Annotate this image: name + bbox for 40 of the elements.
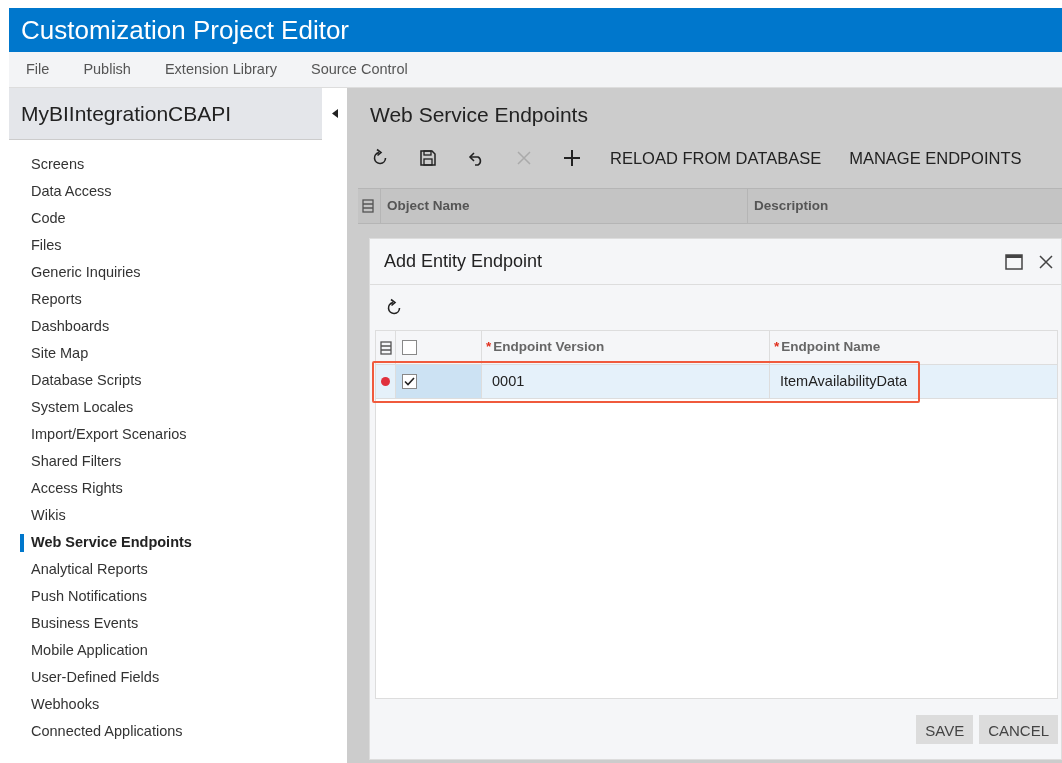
sidebar-item[interactable]: Mobile Application bbox=[9, 637, 347, 664]
save-button[interactable]: SAVE bbox=[916, 714, 974, 744]
column-header: *Endpoint Version bbox=[482, 331, 770, 364]
toolbar-button[interactable]: MANAGE ENDPOINTS bbox=[835, 140, 1036, 176]
window-title: Customization Project Editor bbox=[21, 13, 350, 47]
menu-item[interactable]: File bbox=[9, 58, 67, 81]
table-cell-text: ItemAvailabilityData bbox=[779, 371, 909, 391]
menu-item[interactable]: Source Control bbox=[293, 58, 425, 81]
sidebar-item[interactable]: Analytical Reports bbox=[9, 556, 347, 583]
sidebar-item[interactable]: Shared Filters bbox=[9, 448, 347, 475]
sidebar-item[interactable]: Push Notifications bbox=[9, 583, 347, 610]
column-header: Object Name bbox=[381, 188, 748, 224]
table-cell: 0001 bbox=[482, 365, 770, 398]
sidebar-item[interactable]: Code bbox=[9, 205, 347, 232]
page-title: Web Service Endpoints bbox=[370, 103, 588, 126]
column-header: Description bbox=[753, 196, 830, 215]
cancel-button[interactable]: CANCEL bbox=[979, 714, 1058, 744]
column-header: *Endpoint Name bbox=[773, 338, 882, 357]
sidebar-item[interactable]: Import/Export Scenarios bbox=[9, 421, 347, 448]
sidebar-item[interactable]: Webhooks bbox=[9, 691, 347, 718]
sidebar-item[interactable]: Data Access bbox=[9, 178, 347, 205]
sidebar-item[interactable]: Screens bbox=[9, 151, 347, 178]
dialog-title: Add Entity Endpoint bbox=[384, 250, 543, 273]
sidebar-item[interactable]: Site Map bbox=[9, 340, 347, 367]
sidebar-item[interactable]: Dashboards bbox=[9, 313, 347, 340]
sidebar-item[interactable]: System Locales bbox=[9, 394, 347, 421]
sidebar-item[interactable]: Generic Inquiries bbox=[9, 259, 347, 286]
sidebar-item[interactable]: Reports bbox=[9, 286, 347, 313]
sidebar-item[interactable]: Database Scripts bbox=[9, 367, 347, 394]
sidebar-item[interactable]: Business Events bbox=[9, 610, 347, 637]
sidebar-item[interactable]: User-Defined Fields bbox=[9, 664, 347, 691]
sidebar-item[interactable]: Files bbox=[9, 232, 347, 259]
toolbar-button[interactable]: RELOAD FROM DATABASE bbox=[596, 140, 836, 176]
sidebar-item[interactable]: Access Rights bbox=[9, 475, 347, 502]
project-name: MyBIIntegrationCBAPI bbox=[20, 100, 232, 127]
sidebar-item[interactable]: Web Service Endpoints bbox=[9, 529, 347, 556]
sidebar-item[interactable]: Connected Applications bbox=[9, 718, 347, 745]
menu-item[interactable]: Publish bbox=[66, 58, 148, 81]
sidebar-item[interactable]: Wikis bbox=[9, 502, 347, 529]
menu-item[interactable]: Extension Library bbox=[147, 58, 294, 81]
